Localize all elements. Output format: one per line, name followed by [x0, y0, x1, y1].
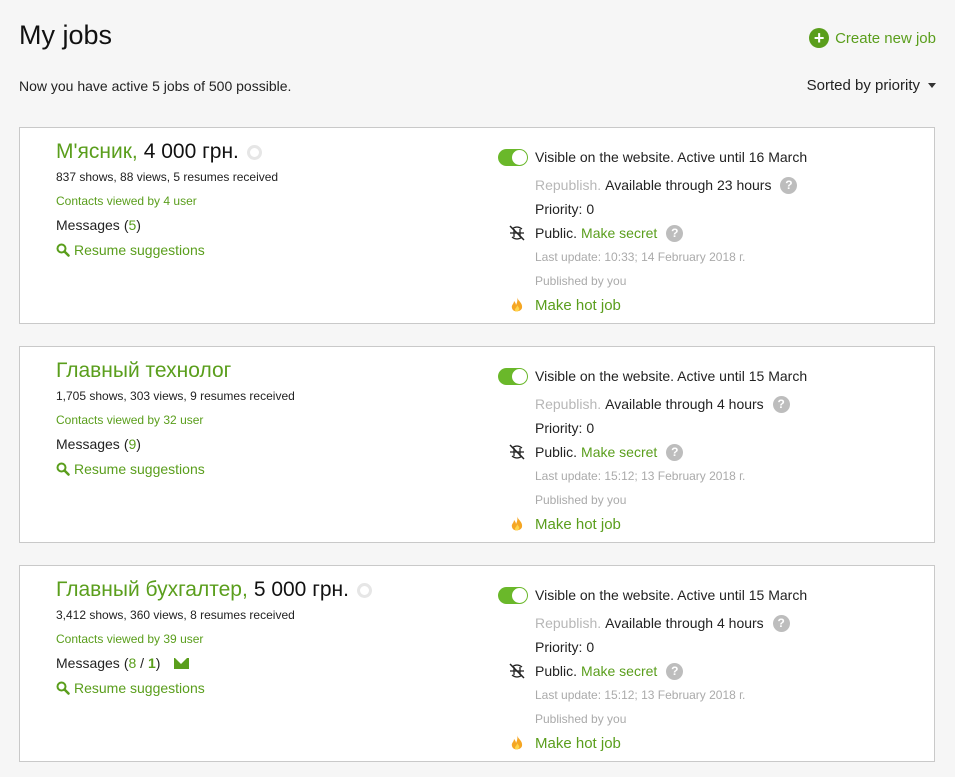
republish-link[interactable]: Republish. — [535, 177, 601, 193]
last-update: Last update: 15:12; 13 February 2018 г. — [535, 469, 746, 483]
priority: Priority: 0 — [535, 420, 595, 436]
job-salary: 5 000 грн. — [253, 578, 349, 601]
contacts-viewed-link[interactable]: Contacts viewed by 32 user — [56, 413, 476, 427]
messages-new-count: 1 — [147, 655, 156, 671]
visibility-status: Visible on the website. Active until 16 … — [535, 149, 808, 165]
visibility-toggle[interactable] — [498, 586, 528, 604]
fire-icon — [498, 296, 535, 314]
search-icon — [56, 243, 70, 257]
job-card: Главный технолог 1,705 shows, 303 views,… — [19, 346, 935, 543]
create-new-job-button[interactable]: + Create new job — [809, 28, 936, 48]
loading-spinner-icon — [356, 582, 372, 598]
public-crossed-icon — [498, 662, 535, 680]
messages-count: 8 — [128, 655, 137, 671]
public-status: Public. — [535, 225, 578, 241]
create-new-job-label: Create new job — [835, 29, 936, 47]
last-update: Last update: 10:33; 14 February 2018 г. — [535, 250, 746, 264]
messages-label: Messages — [56, 436, 120, 452]
messages-count: 5 — [128, 217, 137, 233]
public-crossed-icon — [498, 443, 535, 461]
contacts-viewed-link[interactable]: Contacts viewed by 39 user — [56, 632, 476, 646]
last-update: Last update: 15:12; 13 February 2018 г. — [535, 688, 746, 702]
sort-dropdown[interactable]: Sorted by priority — [807, 77, 936, 94]
available-through: Available through 4 hours — [605, 615, 764, 631]
resume-suggestions-label: Resume suggestions — [74, 242, 205, 258]
plus-circle-icon: + — [809, 28, 830, 48]
make-secret-link[interactable]: Make secret — [581, 225, 657, 241]
search-icon — [56, 462, 70, 476]
question-icon[interactable]: ? — [666, 443, 684, 461]
envelope-icon — [174, 657, 190, 669]
job-stats: 1,705 shows, 303 views, 9 resumes receiv… — [56, 389, 295, 403]
messages-link[interactable]: Messages (9) — [56, 436, 476, 452]
search-icon — [56, 681, 70, 695]
sort-label: Sorted by priority — [806, 77, 920, 94]
published-by: Published by you — [535, 493, 627, 507]
job-card: Главный бухгалтер, 5 000 грн. 3,412 show… — [19, 565, 935, 762]
make-secret-link[interactable]: Make secret — [581, 663, 657, 679]
visibility-status: Visible on the website. Active until 15 … — [535, 368, 808, 384]
make-hot-job-link[interactable]: Make hot job — [535, 297, 621, 314]
job-title: Главный бухгалтер, 5 000 грн. — [56, 576, 476, 604]
caret-down-icon — [928, 83, 936, 88]
job-card: М'ясник, 4 000 грн. 837 shows, 88 views,… — [19, 127, 935, 324]
job-title: Главный технолог — [56, 357, 476, 385]
fire-icon — [498, 515, 535, 533]
visibility-toggle[interactable] — [498, 367, 528, 385]
job-salary: 4 000 грн. — [143, 140, 239, 163]
messages-link[interactable]: Messages (8 / 1) — [56, 655, 476, 671]
page-title: My jobs — [19, 20, 113, 50]
make-hot-job-link[interactable]: Make hot job — [535, 516, 621, 533]
republish-link[interactable]: Republish. — [535, 396, 601, 412]
question-icon[interactable]: ? — [772, 614, 790, 632]
question-icon[interactable]: ? — [780, 176, 798, 194]
question-icon[interactable]: ? — [772, 395, 790, 413]
available-through: Available through 4 hours — [605, 396, 764, 412]
fire-icon — [498, 734, 535, 752]
job-name-link[interactable]: Главный бухгалтер, — [56, 576, 248, 604]
resume-suggestions-link[interactable]: Resume suggestions — [56, 680, 476, 696]
job-title: М'ясник, 4 000 грн. — [56, 138, 476, 166]
messages-link[interactable]: Messages (5) — [56, 217, 476, 233]
messages-label: Messages — [56, 655, 120, 671]
job-name-link[interactable]: Главный технолог — [56, 357, 231, 385]
question-icon[interactable]: ? — [666, 224, 684, 242]
public-crossed-icon — [498, 224, 535, 242]
public-status: Public. — [535, 444, 578, 460]
messages-count: 9 — [128, 436, 137, 452]
available-through: Available through 23 hours — [605, 177, 772, 193]
public-status: Public. — [535, 663, 578, 679]
make-hot-job-link[interactable]: Make hot job — [535, 735, 621, 752]
visibility-status: Visible on the website. Active until 15 … — [535, 587, 808, 603]
published-by: Published by you — [535, 274, 627, 288]
job-stats: 837 shows, 88 views, 5 resumes received — [56, 170, 279, 184]
resume-suggestions-link[interactable]: Resume suggestions — [56, 242, 476, 258]
contacts-viewed-link[interactable]: Contacts viewed by 4 user — [56, 194, 476, 208]
resume-suggestions-link[interactable]: Resume suggestions — [56, 461, 476, 477]
resume-suggestions-label: Resume suggestions — [74, 461, 205, 477]
make-secret-link[interactable]: Make secret — [581, 444, 657, 460]
published-by: Published by you — [535, 712, 627, 726]
question-icon[interactable]: ? — [666, 662, 684, 680]
priority: Priority: 0 — [535, 639, 595, 655]
republish-link[interactable]: Republish. — [535, 615, 601, 631]
resume-suggestions-label: Resume suggestions — [74, 680, 205, 696]
job-name-link[interactable]: М'ясник, — [56, 138, 138, 166]
messages-label: Messages — [56, 217, 120, 233]
job-stats: 3,412 shows, 360 views, 8 resumes receiv… — [56, 608, 295, 622]
active-jobs-info: Now you have active 5 jobs of 500 possib… — [19, 78, 292, 94]
loading-spinner-icon — [246, 144, 262, 160]
priority: Priority: 0 — [535, 201, 595, 217]
visibility-toggle[interactable] — [498, 148, 528, 166]
